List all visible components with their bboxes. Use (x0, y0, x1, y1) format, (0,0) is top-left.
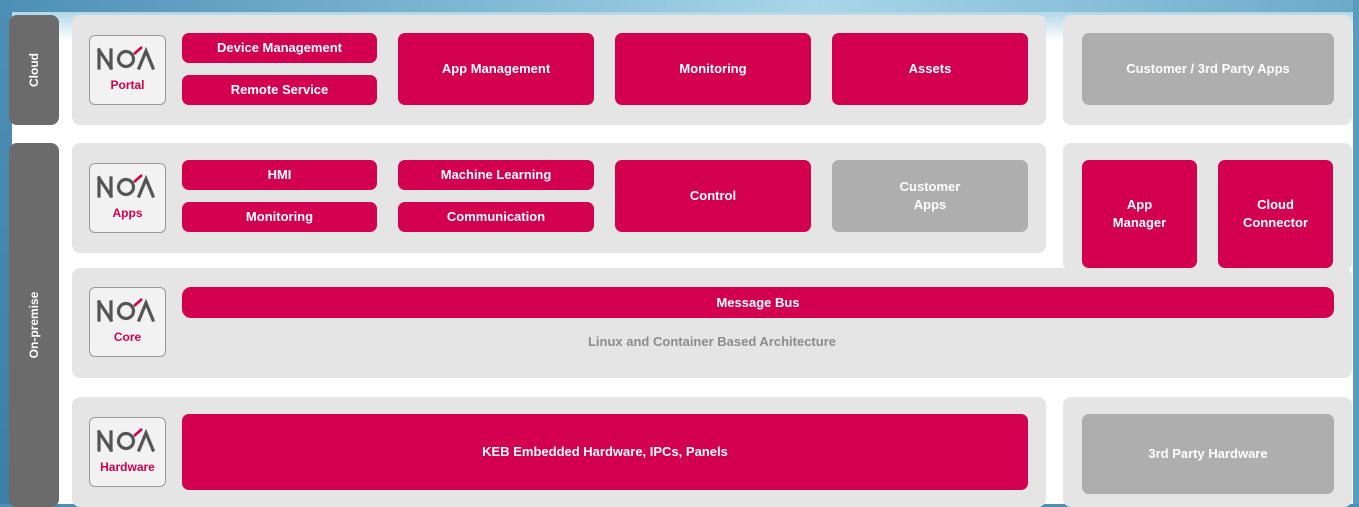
cloud-monitoring-box: Monitoring (615, 33, 811, 105)
background-right (1353, 0, 1359, 507)
customer-apps-box: Customer Apps (832, 160, 1028, 232)
remote-service-box: Remote Service (182, 75, 377, 105)
logo-subtitle-portal: Portal (110, 78, 145, 92)
noa-logo-icon (96, 298, 156, 323)
side-label-cloud-text: Cloud (27, 53, 41, 87)
assets-box: Assets (832, 33, 1028, 105)
logo-subtitle-hardware: Hardware (100, 460, 155, 474)
app-management-box: App Management (398, 33, 594, 105)
side-label-onpremise: On-premise (9, 143, 59, 507)
cloud-connector-box: Cloud Connector (1218, 160, 1333, 268)
control-box: Control (615, 160, 811, 232)
customer-third-party-apps-box: Customer / 3rd Party Apps (1082, 33, 1334, 105)
noa-hardware-logo: Hardware (89, 417, 166, 487)
side-label-cloud: Cloud (9, 15, 59, 125)
apps-monitoring-box: Monitoring (182, 202, 377, 232)
third-party-hardware-box: 3rd Party Hardware (1082, 414, 1334, 494)
keb-hardware-box: KEB Embedded Hardware, IPCs, Panels (182, 414, 1028, 490)
logo-subtitle-core: Core (113, 330, 142, 344)
architecture-label: Linux and Container Based Architecture (587, 334, 836, 349)
core-panel (72, 268, 1352, 378)
device-management-box: Device Management (182, 33, 377, 63)
message-bus-box: Message Bus (182, 287, 1334, 318)
logo-subtitle-apps: Apps (112, 206, 143, 220)
machine-learning-box: Machine Learning (398, 160, 594, 190)
noa-logo-icon (96, 428, 156, 453)
noa-logo-icon (96, 46, 156, 71)
background-top (0, 0, 1359, 12)
noa-logo-icon (96, 174, 156, 199)
app-manager-box: App Manager (1082, 160, 1197, 268)
noa-portal-logo: Portal (89, 35, 166, 105)
noa-apps-logo: Apps (89, 163, 166, 233)
noa-core-logo: Core (89, 287, 166, 357)
hmi-box: HMI (182, 160, 377, 190)
communication-box: Communication (398, 202, 594, 232)
side-label-onpremise-text: On-premise (27, 291, 41, 359)
